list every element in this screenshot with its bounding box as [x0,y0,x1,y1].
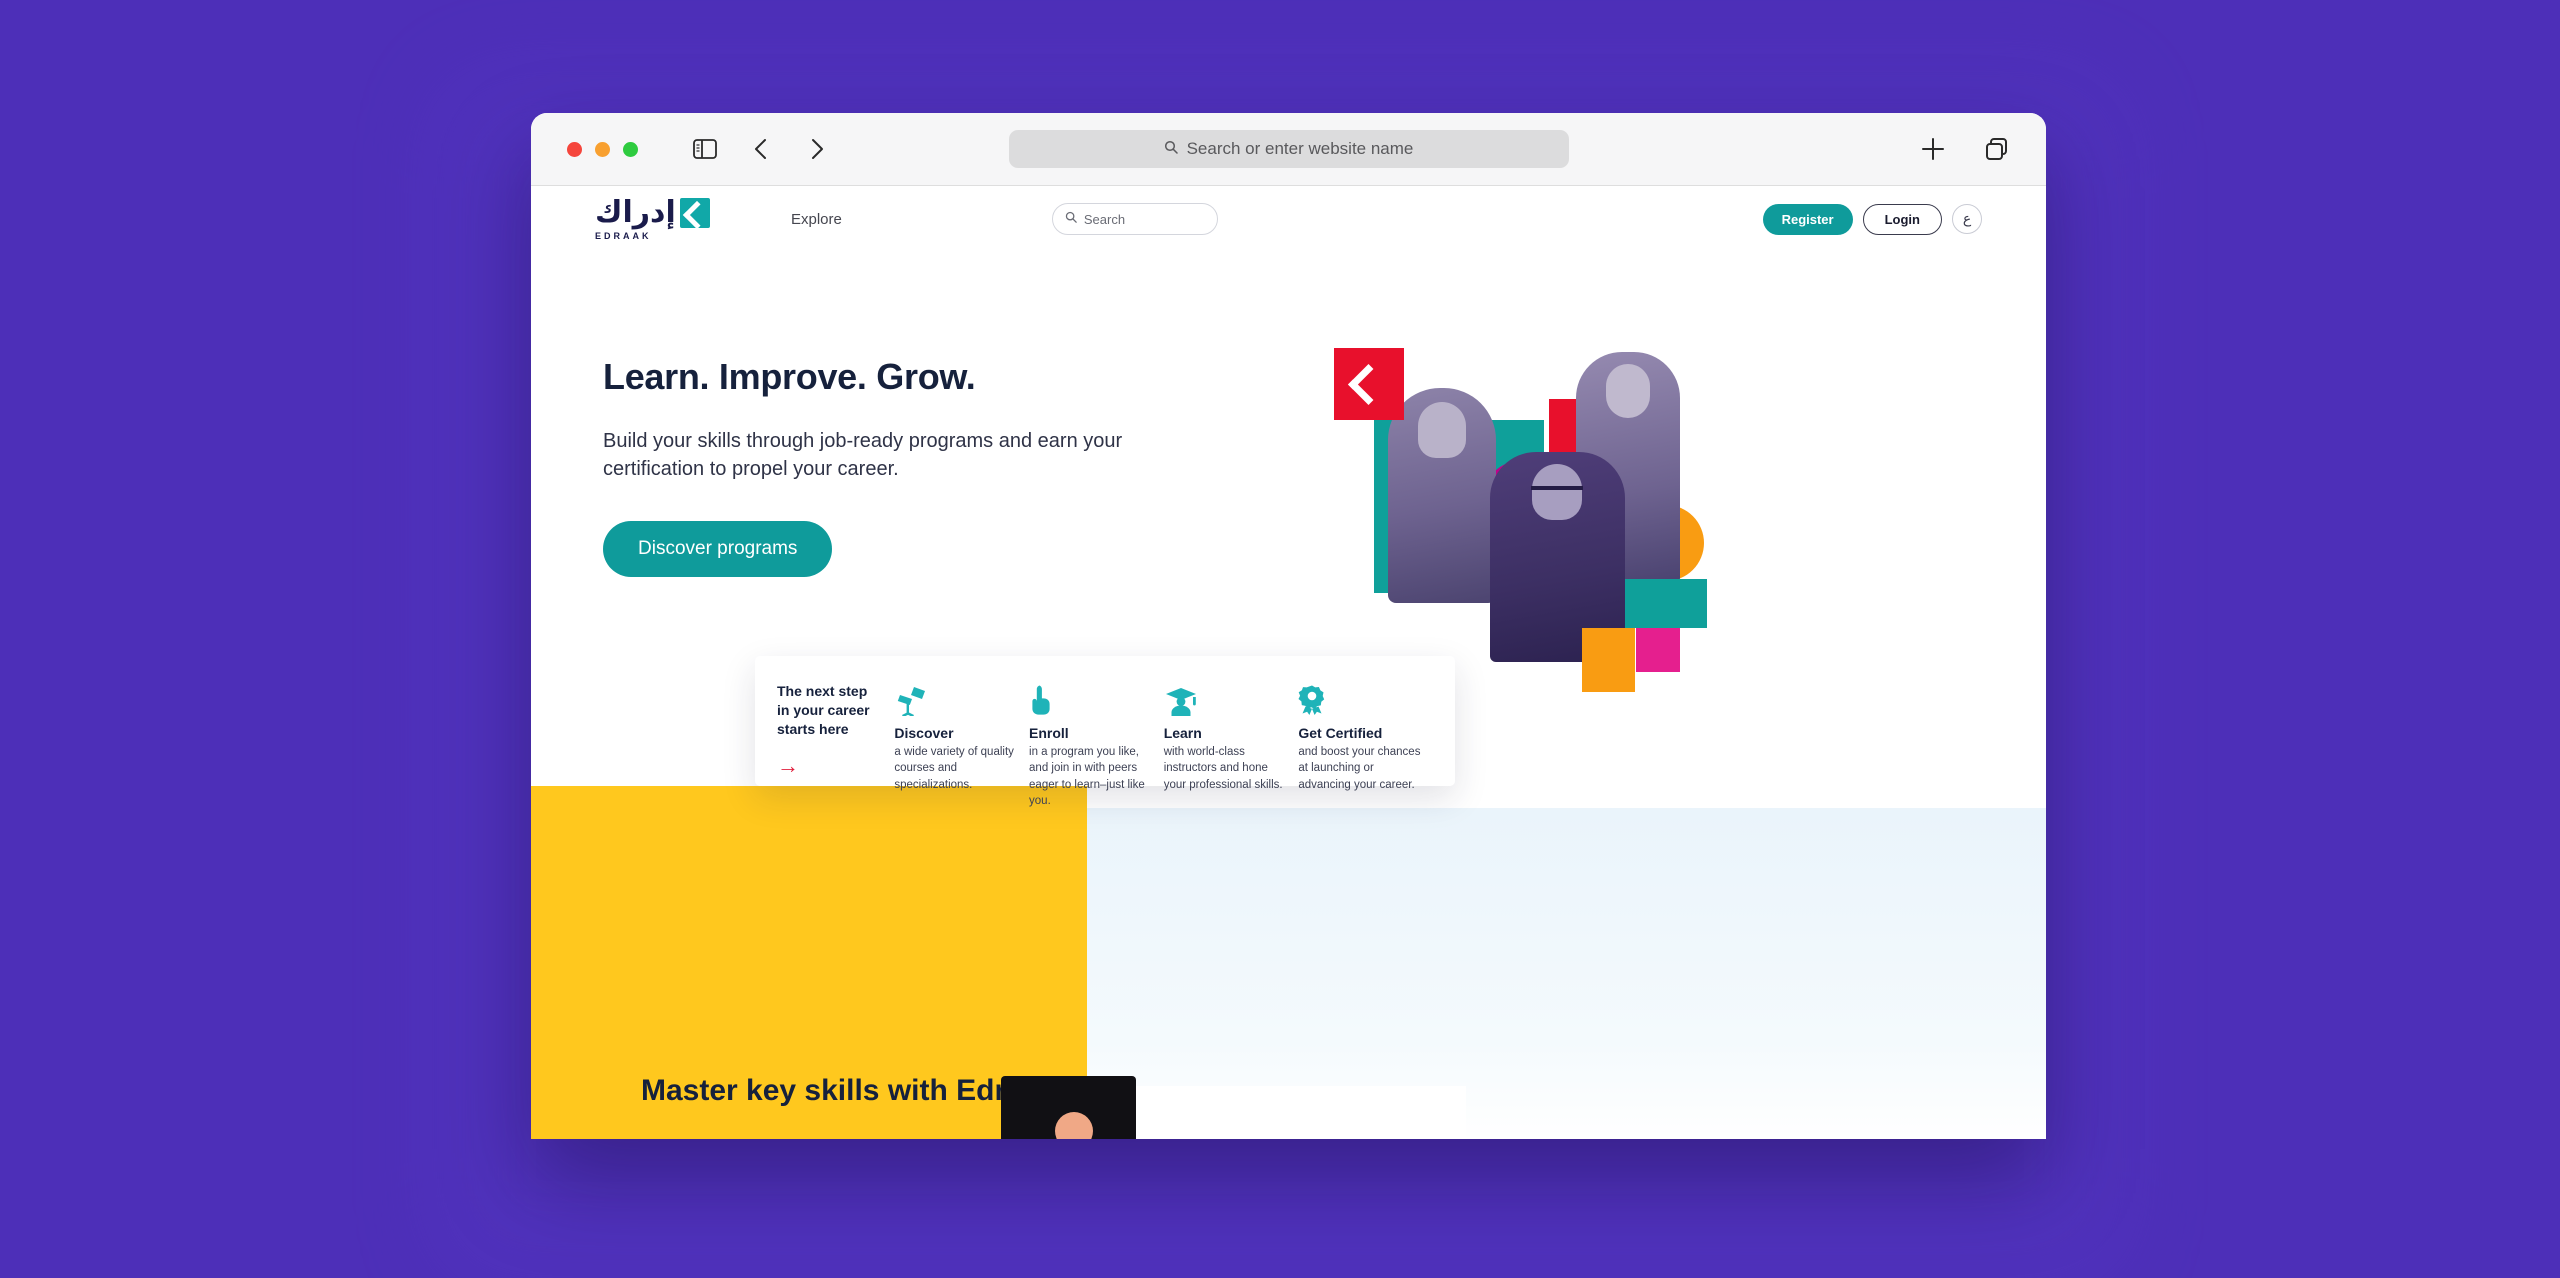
feature-item-get-certified: Get Certified and boost your chances at … [1298,682,1433,791]
logo-wordmark: EDRAAK [595,230,652,241]
login-button[interactable]: Login [1862,203,1942,235]
hero-title: Learn. Improve. Grow. [603,356,976,397]
feature-item-text: with world-class instructors and hone yo… [1163,746,1283,791]
chrome-right-controls [1918,134,2022,164]
telescope-icon [894,682,1017,716]
minimize-window-button[interactable] [595,141,610,157]
browser-chrome: Search or enter website name [531,113,2046,186]
discover-programs-button[interactable]: Discover programs [603,521,833,578]
video-preview-card[interactable] [1001,1076,1136,1139]
hero-section: Learn. Improve. Grow. Build your skills … [531,252,2046,692]
website-viewport: إدراك EDRAAK Explore Search Register Log… [531,186,2046,1139]
close-window-button[interactable] [567,141,582,157]
address-bar-placeholder: Search or enter website name [1186,139,1414,158]
header-actions: Register Login ع [1762,203,1982,235]
white-content-strip [1136,1086,1466,1139]
feature-item-learn: Learn with world-class instructors and h… [1163,682,1299,791]
feature-card-lead-title: The next step in your career starts here [777,683,870,738]
chevron-left-icon[interactable] [746,134,776,164]
feature-item-text: and boost your chances at launching or a… [1298,746,1421,791]
browser-window: Search or enter website name إدراك EDRAA… [531,113,2046,1139]
logo-arabic-text: إدراك [595,194,676,230]
zoom-window-button[interactable] [623,141,638,157]
collage-red-logo-square [1334,348,1404,420]
collage-person-woman-hijab [1388,388,1496,603]
register-button[interactable]: Register [1762,203,1853,235]
feature-item-text: in a program you like, and join in with … [1029,746,1145,807]
site-search-input[interactable]: Search [1051,203,1218,235]
video-person-head [1055,1112,1093,1139]
site-search-placeholder: Search [1083,211,1126,227]
feature-item-enroll: Enroll in a program you like, and join i… [1029,682,1164,807]
tab-overview-icon[interactable] [1982,134,2012,164]
arrow-right-icon[interactable]: → [777,755,880,777]
plus-icon[interactable] [1918,134,1948,164]
feature-item-title: Get Certified [1298,725,1383,741]
window-controls[interactable] [567,141,638,157]
site-header: إدراك EDRAAK Explore Search Register Log… [531,186,2046,252]
award-badge-icon [1298,682,1421,716]
address-bar[interactable]: Search or enter website name [1008,130,1569,168]
navigation-controls [690,134,832,164]
chevron-right-icon[interactable] [802,134,832,164]
pointing-hand-icon [1029,682,1152,716]
search-icon [1065,210,1077,228]
search-icon [1164,140,1178,159]
feature-item-discover: Discover a wide variety of quality cours… [894,682,1029,791]
feature-steps-card: The next step in your career starts here… [755,656,1455,807]
hero-copy: Learn. Improve. Grow. Build your skills … [603,356,1243,578]
collage-orange-square [1582,628,1635,692]
feature-item-title: Enroll [1029,725,1069,741]
sidebar-toggle-icon[interactable] [690,134,720,164]
hero-subtitle: Build your skills through job-ready prog… [603,430,1123,480]
edraak-logo[interactable]: إدراك EDRAAK [595,194,745,241]
nav-item-explore[interactable]: Explore [791,211,842,228]
lower-sections: Master key skills with Edraak's [531,786,2046,1139]
feature-item-title: Learn [1163,725,1202,741]
collage-pink-square [1636,628,1680,672]
logo-row: إدراك [595,194,710,230]
feature-item-title: Discover [894,725,954,741]
feature-item-text: a wide variety of quality courses and sp… [894,746,1014,791]
edraak-arrow-icon [679,197,710,228]
graduate-icon [1164,682,1287,716]
language-toggle-button[interactable]: ع [1952,204,1982,234]
feature-card-lead: The next step in your career starts here… [777,682,894,786]
